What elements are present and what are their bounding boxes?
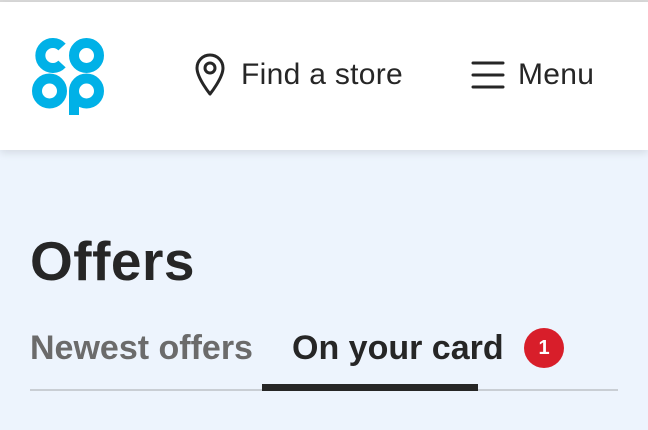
tab-on-your-card-label: On your card (292, 329, 504, 367)
tab-newest-offers[interactable]: Newest offers (30, 320, 253, 392)
tab-on-your-card[interactable]: On your card (292, 320, 504, 392)
coop-logo[interactable] (30, 35, 106, 115)
find-a-store-label: Find a store (241, 58, 404, 91)
active-tab-indicator (262, 384, 478, 391)
notification-count-badge: 1 (524, 328, 564, 368)
find-a-store-link[interactable]: Find a store (193, 53, 403, 97)
page-title: Offers (30, 230, 195, 292)
site-header: Find a store Menu (0, 2, 648, 150)
menu-label: Menu (518, 58, 595, 91)
location-pin-icon (195, 53, 225, 96)
menu-button[interactable]: Menu (470, 55, 594, 95)
hamburger-menu-icon (471, 61, 505, 89)
tab-newest-offers-label: Newest offers (30, 329, 253, 367)
